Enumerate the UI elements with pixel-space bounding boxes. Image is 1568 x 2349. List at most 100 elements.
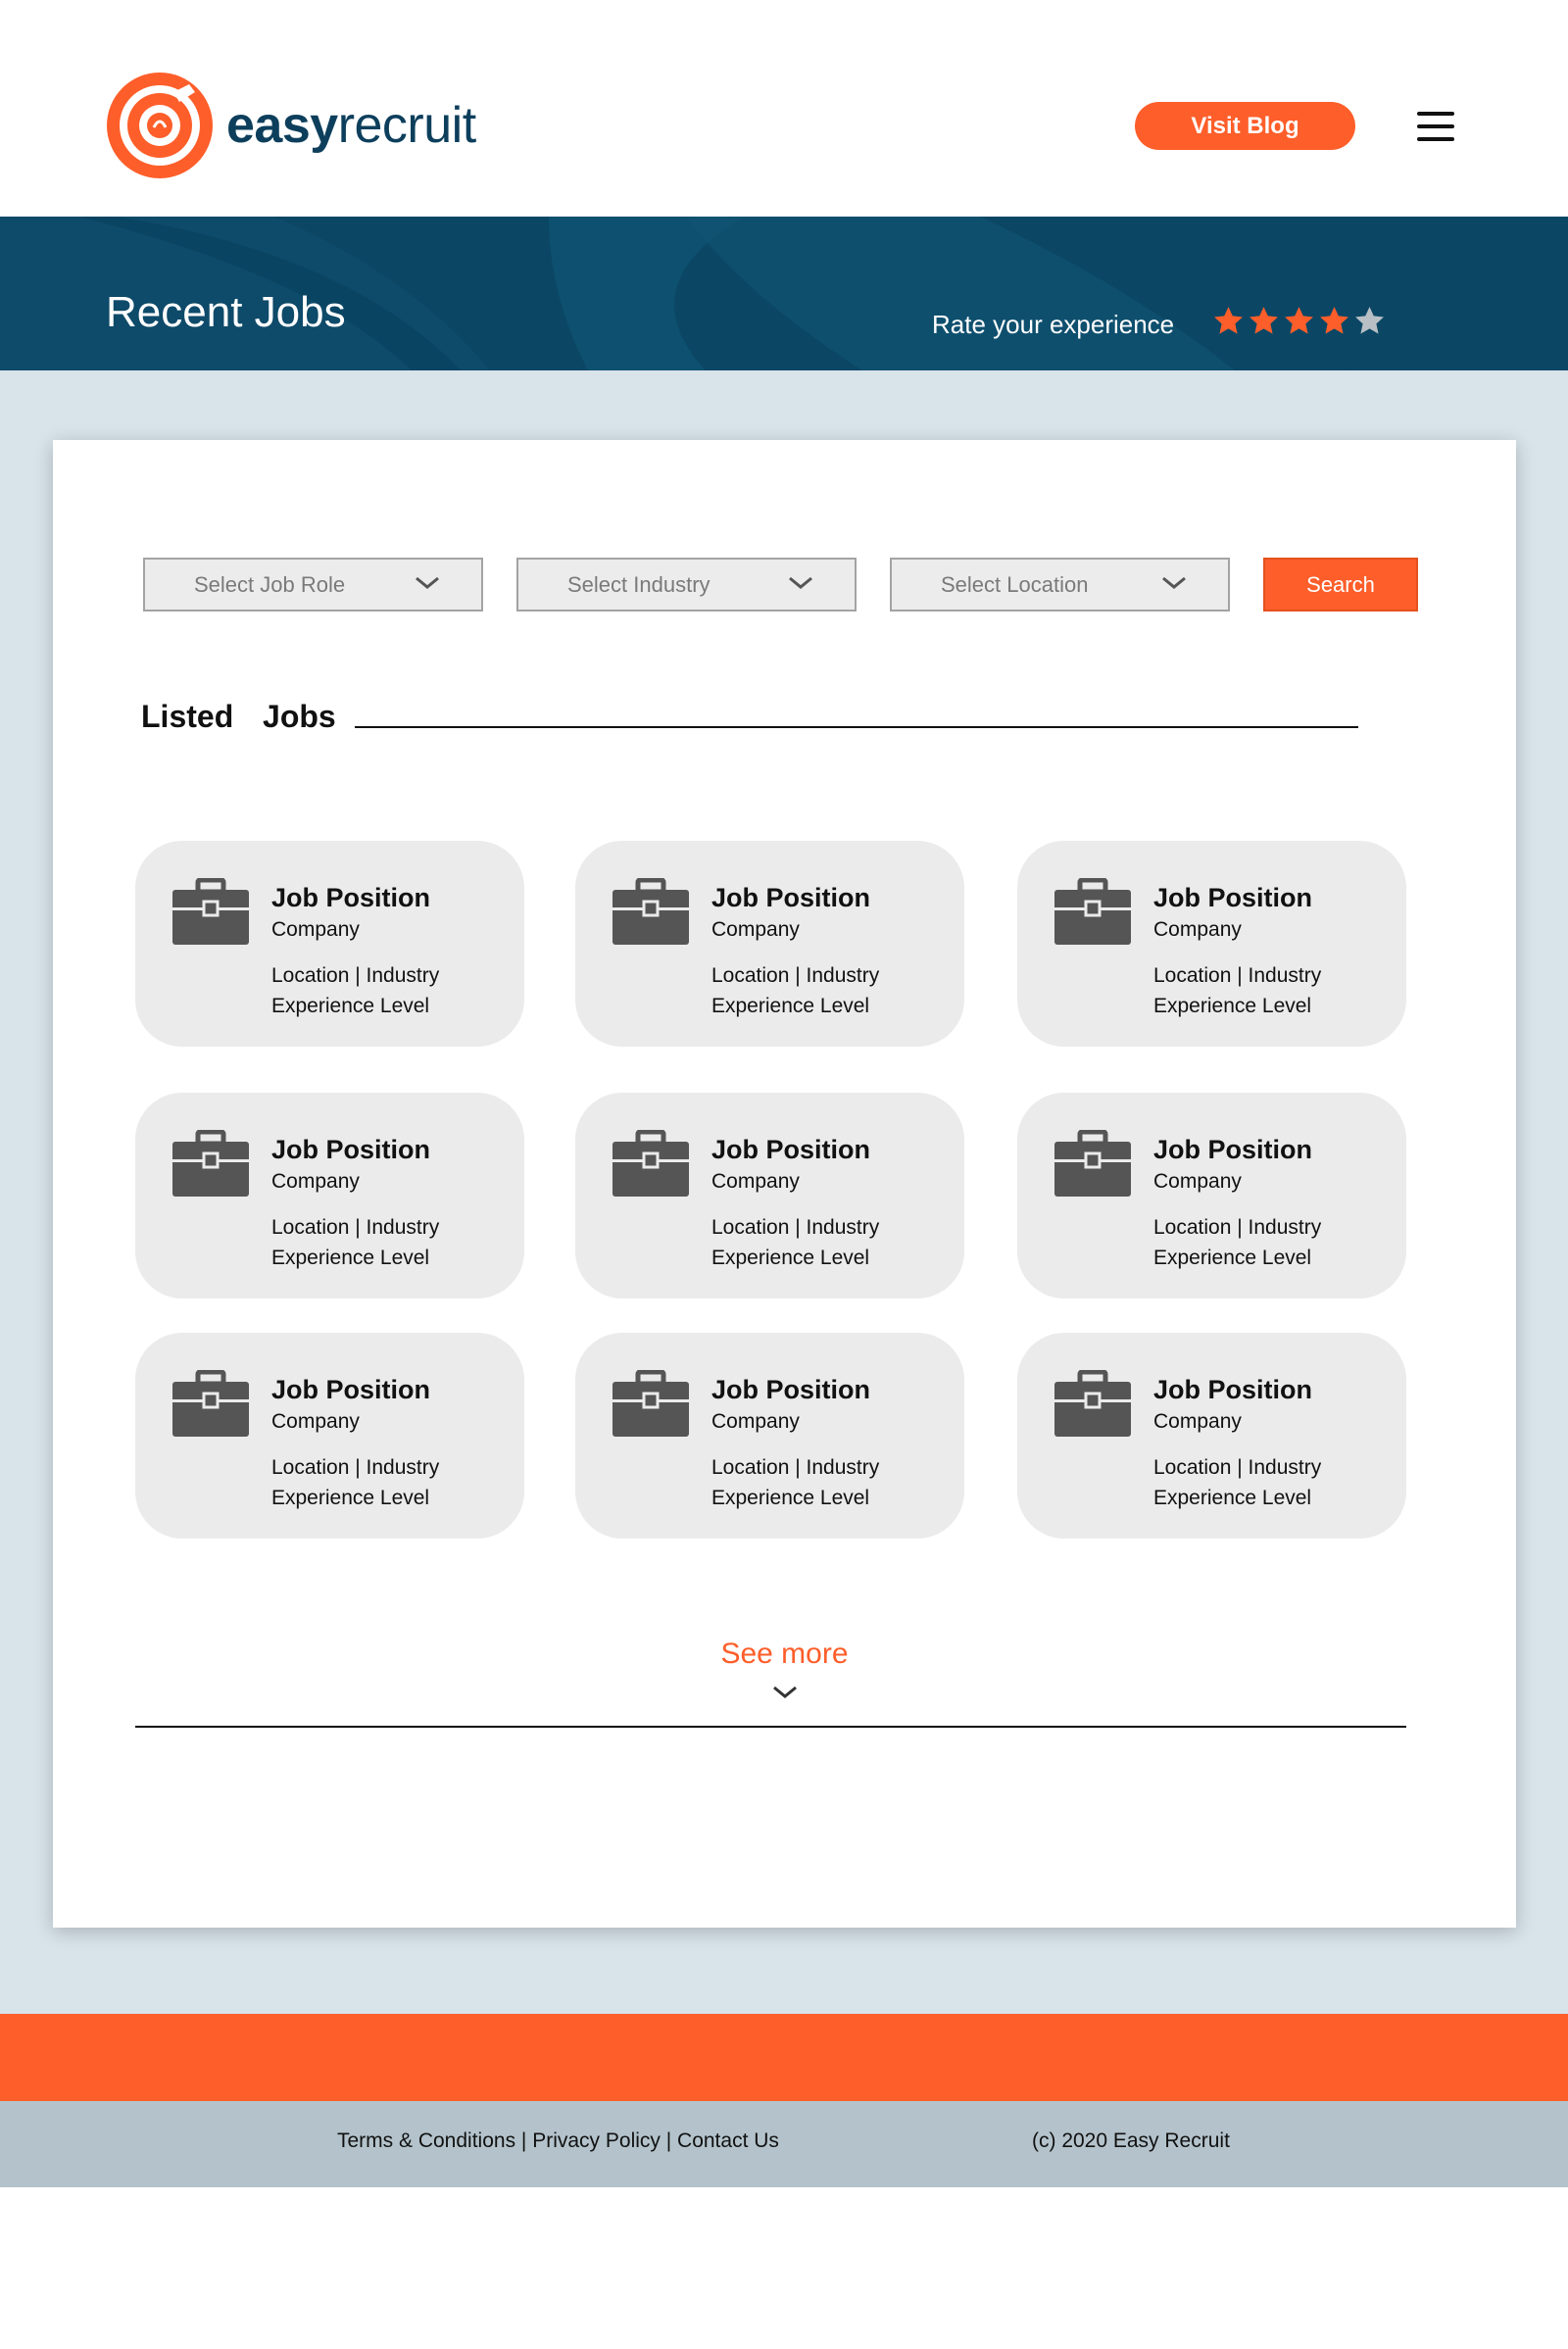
job-position: Job Position [271,1375,430,1404]
job-position: Job Position [1153,883,1312,912]
job-position: Job Position [711,883,870,912]
location-industry-separator: | [349,1456,367,1479]
job-role-select[interactable]: Select Job Role [143,558,483,612]
job-location: Location [1153,1216,1232,1239]
job-location-industry: Location | Industry [711,965,879,986]
footer-links: Terms & Conditions | Privacy Policy | Co… [337,2130,779,2151]
star-icon[interactable] [1212,305,1245,337]
job-location: Location [711,1216,790,1239]
visit-blog-button[interactable]: Visit Blog [1135,102,1355,150]
job-location-industry: Location | Industry [1153,1217,1321,1238]
job-location-industry: Location | Industry [271,965,439,986]
briefcase-icon [1054,1370,1131,1437]
job-position: Job Position [711,1375,870,1404]
job-location-industry: Location | Industry [711,1457,879,1478]
privacy-link[interactable]: Privacy Policy [532,2129,661,2152]
job-company: Company [1153,1170,1242,1193]
target-logo-icon [107,73,213,178]
location-industry-separator: | [1231,964,1249,987]
brand-light: recruit [337,97,476,154]
location-industry-separator: | [1231,1216,1249,1239]
job-location: Location [271,964,350,987]
job-location-industry: Location | Industry [1153,1457,1321,1478]
job-industry: Industry [366,1216,440,1239]
job-card[interactable]: Job Position Company Location | Industry Ex… [575,1333,964,1539]
job-experience: Experience Level [711,995,870,1017]
search-button[interactable]: Search [1263,558,1418,612]
job-location: Location [1153,964,1232,987]
job-location: Location [271,1456,350,1479]
page-title: Recent Jobs [106,288,346,336]
job-card[interactable]: Job Position Company Location | Industry Ex… [575,841,964,1047]
job-card[interactable]: Job Position Company Location | Industry Ex… [135,1093,524,1298]
job-location: Location [711,1456,790,1479]
industry-select[interactable]: Select Industry [516,558,857,612]
job-industry: Industry [366,964,440,987]
see-more-link[interactable]: See more [53,1639,1516,1669]
briefcase-icon [1054,878,1131,945]
job-card[interactable]: Job Position Company Location | Industry Ex… [1017,1093,1406,1298]
star-icon[interactable] [1318,305,1350,337]
brand-logo[interactable]: easyrecruit [105,71,476,180]
rating-stars[interactable] [1212,305,1386,337]
job-experience: Experience Level [711,1247,870,1269]
contact-link[interactable]: Contact Us [677,2129,779,2152]
star-icon[interactable] [1283,305,1315,337]
job-role-select-label: Select Job Role [194,571,346,597]
job-company: Company [711,1410,800,1433]
job-card[interactable]: Job Position Company Location | Industry Ex… [135,1333,524,1539]
job-card[interactable]: Job Position Company Location | Industry Ex… [575,1093,964,1298]
job-location: Location [711,964,790,987]
job-location: Location [1153,1456,1232,1479]
briefcase-icon [612,1370,689,1437]
job-experience: Experience Level [1153,995,1312,1017]
job-card[interactable]: Job Position Company Location | Industry Ex… [135,841,524,1047]
hamburger-icon[interactable] [1417,112,1454,141]
job-card[interactable]: Job Position Company Location | Industry Ex… [1017,1333,1406,1539]
jobs-card: Select Job Role Select Industry Select L… [53,440,1516,1928]
location-select[interactable]: Select Location [890,558,1230,612]
terms-link[interactable]: Terms & Conditions [337,2129,515,2152]
job-industry: Industry [806,1456,880,1479]
footer-accent-bar [0,2014,1568,2101]
job-company: Company [271,1410,360,1433]
job-industry: Industry [366,1456,440,1479]
job-company: Company [271,1170,360,1193]
briefcase-icon [612,878,689,945]
location-industry-separator: | [349,964,367,987]
location-industry-separator: | [789,1456,807,1479]
site-footer: Terms & Conditions | Privacy Policy | Co… [0,2101,1568,2187]
job-company: Company [271,918,360,941]
chevron-down-icon [416,576,439,589]
job-experience: Experience Level [271,1487,430,1509]
job-position: Job Position [1153,1135,1312,1164]
star-icon[interactable] [1353,305,1386,337]
job-industry: Industry [1248,964,1322,987]
recent-jobs-banner: Recent Jobs Rate your experience [0,217,1568,370]
location-select-label: Select Location [941,571,1089,597]
briefcase-icon [172,878,249,945]
job-industry: Industry [1248,1456,1322,1479]
industry-select-label: Select Industry [567,571,710,597]
job-location: Location [271,1216,350,1239]
job-experience: Experience Level [271,995,430,1017]
job-company: Company [711,1170,800,1193]
job-industry: Industry [806,964,880,987]
job-location-industry: Location | Industry [271,1457,439,1478]
location-industry-separator: | [789,1216,807,1239]
heading-divider [355,726,1358,728]
job-location-industry: Location | Industry [1153,965,1321,986]
job-experience: Experience Level [1153,1487,1312,1509]
job-company: Company [1153,1410,1242,1433]
job-company: Company [1153,918,1242,941]
chevron-down-icon[interactable] [771,1684,799,1701]
star-icon[interactable] [1248,305,1280,337]
rate-experience-label: Rate your experience [932,310,1175,339]
job-industry: Industry [1248,1216,1322,1239]
job-location-industry: Location | Industry [271,1217,439,1238]
job-industry: Industry [806,1216,880,1239]
brand-bold: easy [226,97,338,154]
job-card[interactable]: Job Position Company Location | Industry Ex… [1017,841,1406,1047]
briefcase-icon [612,1130,689,1197]
job-location-industry: Location | Industry [711,1217,879,1238]
